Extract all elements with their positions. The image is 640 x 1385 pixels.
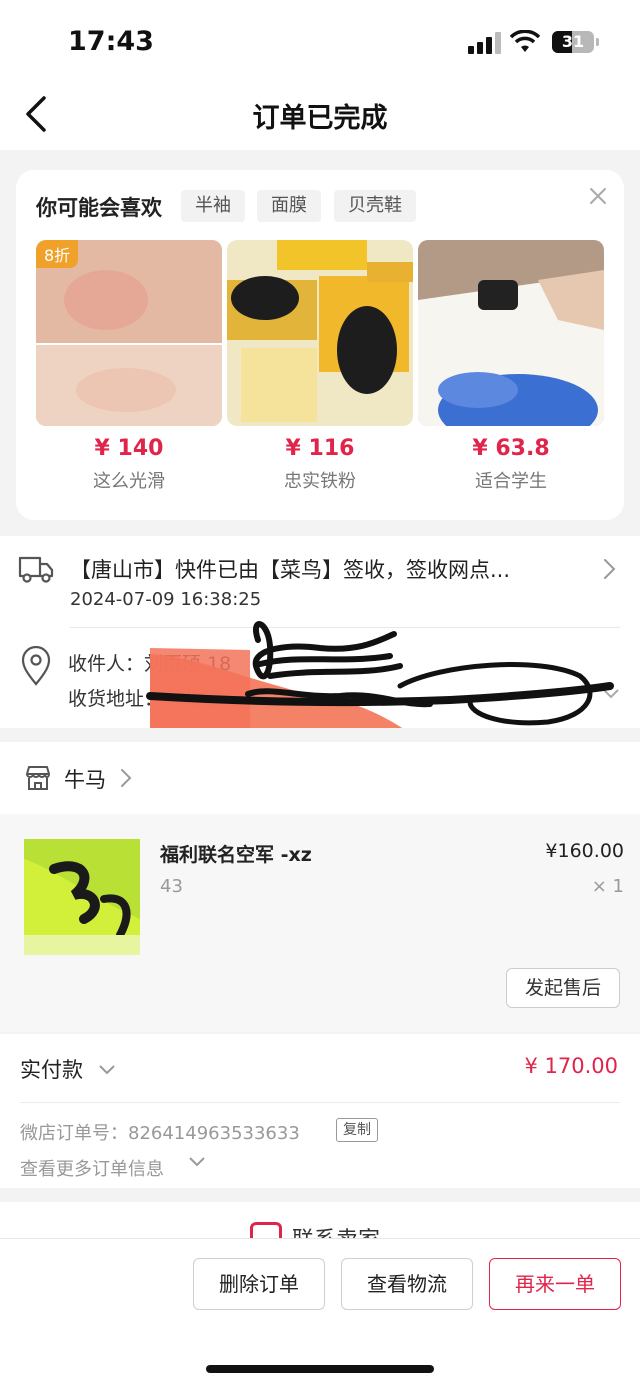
product-image-tshirt[interactable]: [418, 240, 604, 426]
more-order-info-link[interactable]: 查看更多订单信息: [20, 1155, 164, 1181]
chevron-right-icon: [121, 769, 132, 787]
reorder-button[interactable]: 再来一单: [489, 1258, 621, 1310]
shop-name: 牛马: [64, 768, 106, 792]
chevron-right-icon: [604, 559, 616, 579]
logistics-time: 2024-07-09 16:38:25: [70, 589, 262, 610]
divider: [20, 1102, 620, 1103]
product-name: 这么光滑: [93, 471, 165, 492]
after-sale-button[interactable]: 发起售后: [506, 968, 620, 1008]
recommend-product[interactable]: ¥ 116 忠实铁粉: [227, 240, 413, 493]
logistics-section[interactable]: 【唐山市】快件已由【菜鸟】签收，签收网点... 2024-07-09 16:38…: [0, 536, 640, 728]
delete-order-button[interactable]: 删除订单: [193, 1258, 325, 1310]
copy-button[interactable]: 复制: [336, 1118, 378, 1142]
nav-bar: 订单已完成: [0, 84, 640, 150]
discount-badge: 8折: [36, 240, 79, 268]
product-price: ¥ 140: [94, 436, 164, 461]
wifi-icon: [510, 30, 540, 52]
order-number: 微店订单号：826414963533633: [20, 1123, 300, 1144]
truck-icon: [18, 556, 54, 583]
payment-section: 实付款 ¥ 170.00 微店订单号：826414963533633 复制 查看…: [0, 1034, 640, 1188]
chip-shell-shoes[interactable]: 贝壳鞋: [334, 190, 416, 222]
delivery-address: 收货地址：河北省: [68, 688, 221, 710]
close-icon[interactable]: [588, 186, 608, 206]
paid-amount: ¥ 170.00: [524, 1054, 618, 1078]
paid-amount-label[interactable]: 实付款: [20, 1054, 83, 1084]
product-name: 忠实铁粉: [284, 471, 356, 492]
product-price: ¥ 63.8: [472, 436, 550, 461]
recommend-title: 你可能会喜欢: [36, 196, 162, 220]
item-quantity: × 1: [591, 876, 624, 897]
bottom-action-bar: 删除订单 查看物流 再来一单: [0, 1238, 640, 1385]
recommend-card: 你可能会喜欢 半袖 面膜 贝壳鞋 8折 ¥ 140 这么光滑 ¥ 116 忠实铁…: [16, 170, 624, 520]
battery-tip: [596, 38, 599, 46]
status-bar: 17:43 31: [0, 0, 640, 84]
recommend-product[interactable]: 8折 ¥ 140 这么光滑: [36, 240, 222, 493]
location-pin-icon: [21, 646, 51, 686]
product-image-skincare[interactable]: 8折: [36, 240, 222, 426]
chevron-down-icon[interactable]: [602, 688, 620, 700]
shop-header[interactable]: 牛马: [0, 742, 640, 814]
recommend-product[interactable]: ¥ 63.8 适合学生: [418, 240, 604, 493]
chevron-down-icon[interactable]: [98, 1064, 116, 1076]
battery-level: 31: [561, 32, 585, 51]
recipient-info: 收件人：刘雨硕 18: [68, 653, 232, 675]
home-indicator: [206, 1365, 434, 1373]
product-price: ¥ 116: [285, 436, 355, 461]
item-spec: 43: [160, 876, 183, 897]
chip-short-sleeve[interactable]: 半袖: [181, 190, 245, 222]
item-image[interactable]: [24, 839, 140, 955]
order-item[interactable]: 福利联名空军 -xz 43 ¥160.00 × 1 发起售后: [0, 814, 640, 1032]
view-logistics-button[interactable]: 查看物流: [341, 1258, 473, 1310]
divider: [70, 627, 620, 628]
status-time: 17:43: [68, 26, 154, 57]
battery-icon: 31: [552, 31, 594, 53]
page-title: 订单已完成: [252, 103, 388, 134]
cellular-signal-icon: [468, 32, 502, 54]
contact-seller[interactable]: 联系卖家: [0, 1202, 640, 1253]
chip-face-mask[interactable]: 面膜: [257, 190, 321, 222]
shop-section: 牛马 福利联名空军 -xz 43 ¥160.00 × 1 发起售后: [0, 742, 640, 1032]
item-title: 福利联名空军 -xz: [160, 844, 312, 866]
logistics-status: 【唐山市】快件已由【菜鸟】签收，签收网点...: [70, 558, 511, 582]
product-name: 适合学生: [475, 471, 547, 492]
product-image-shoes[interactable]: [227, 240, 413, 426]
shop-icon: [26, 766, 50, 790]
item-price: ¥160.00: [545, 840, 624, 862]
chevron-down-icon[interactable]: [188, 1156, 206, 1168]
